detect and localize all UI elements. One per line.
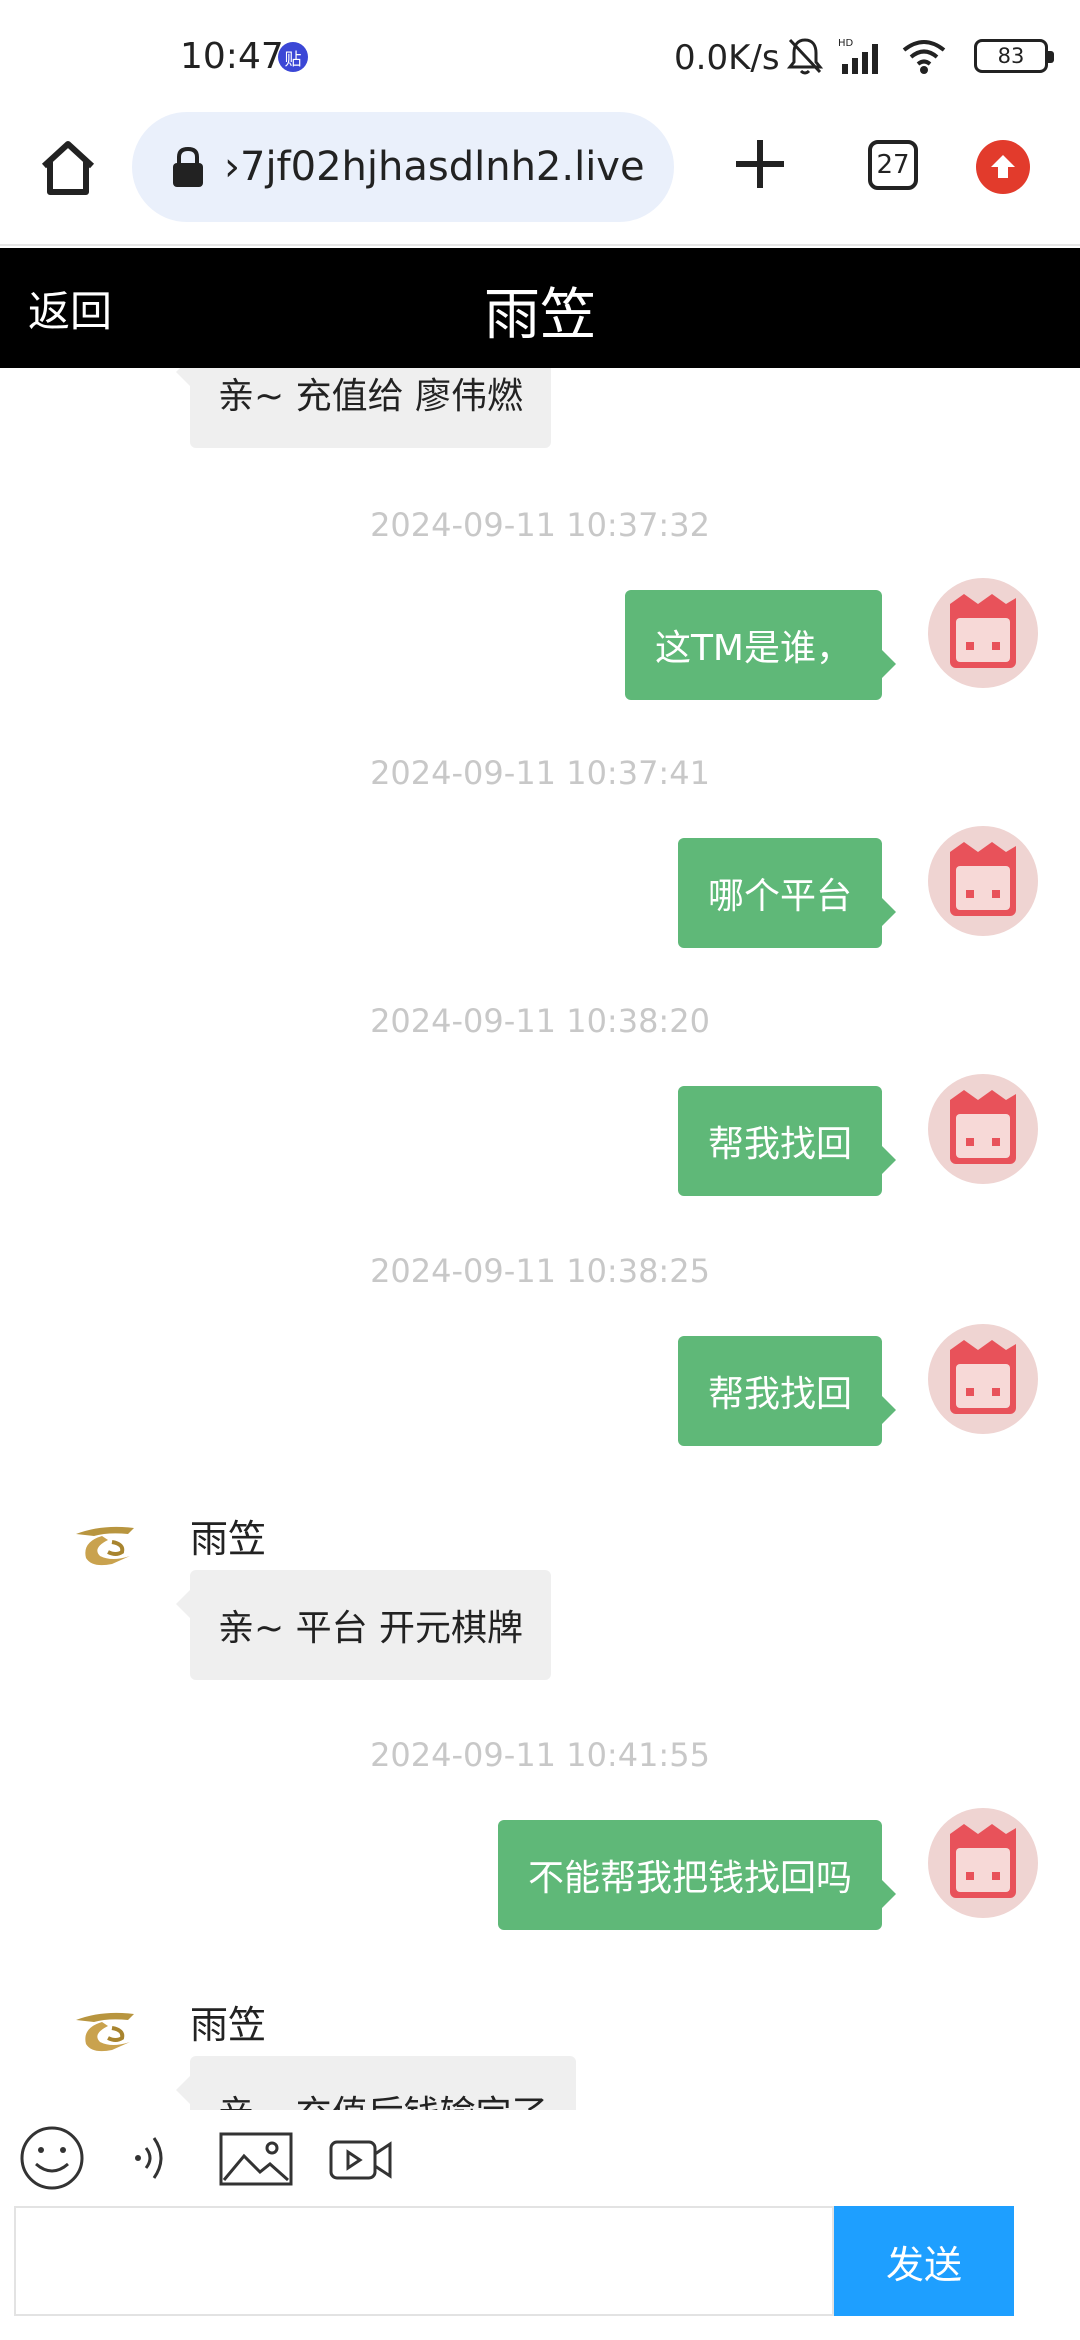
page-title: 雨笠 xyxy=(484,283,596,348)
wifi-icon xyxy=(902,40,946,74)
status-time: 10:47 xyxy=(180,36,284,77)
robot-avatar-icon xyxy=(950,594,1016,668)
timestamp: 2024-09-11 10:37:41 xyxy=(370,754,710,792)
timestamp: 2024-09-11 10:38:25 xyxy=(370,1252,710,1290)
robot-avatar-icon xyxy=(950,842,1016,916)
bell-off-icon xyxy=(786,38,824,75)
emoji-icon[interactable] xyxy=(18,2122,86,2192)
timestamp: 2024-09-11 10:41:55 xyxy=(370,1736,710,1774)
update-icon[interactable] xyxy=(976,140,1030,194)
voice-icon[interactable] xyxy=(128,2122,178,2192)
tabs-icon[interactable]: 27 xyxy=(868,140,918,190)
arrow-up-icon xyxy=(991,155,1015,178)
home-icon[interactable] xyxy=(36,136,100,200)
status-icons: HD 83 xyxy=(786,34,1054,78)
svg-text:HD: HD xyxy=(838,38,854,49)
logo-avatar-icon[interactable] xyxy=(72,2008,136,2056)
browser-toolbar: ›7jf02hjhasdlnh2.live 27 xyxy=(0,110,1080,246)
video-icon[interactable] xyxy=(328,2122,394,2192)
signal-icon: HD xyxy=(838,38,878,74)
status-bar: 10:47 贴 0.0K/s HD 83 xyxy=(0,0,1080,110)
sender-name: 雨笠 xyxy=(190,1517,267,1561)
message-input[interactable] xyxy=(14,2206,834,2316)
url-bar[interactable]: ›7jf02hjhasdlnh2.live xyxy=(132,112,674,222)
lock-icon xyxy=(173,146,203,187)
battery-icon: 83 xyxy=(974,39,1054,73)
incoming-bubble: 亲~ 充值后钱输完了 xyxy=(176,2056,576,2110)
logo-avatar-icon[interactable] xyxy=(72,1522,136,1570)
input-bar: 发送 xyxy=(0,2110,1080,2340)
timestamp: 2024-09-11 10:38:20 xyxy=(370,1002,710,1040)
notification-badge: 贴 xyxy=(278,42,308,72)
outgoing-bubble: 帮我找回 xyxy=(677,1086,897,1196)
sender-name: 雨笠 xyxy=(190,2003,267,2047)
network-speed: 0.0K/s xyxy=(674,38,780,78)
incoming-bubble: 亲~ 平台 开元棋牌 xyxy=(175,1570,552,1680)
app-header: 返回 雨笠 xyxy=(0,248,1080,368)
outgoing-bubble: 哪个平台 xyxy=(677,838,897,948)
robot-avatar-icon xyxy=(950,1824,1016,1898)
robot-avatar-icon xyxy=(950,1340,1016,1414)
url-text: ›7jf02hjhasdlnh2.live xyxy=(224,144,645,190)
robot-avatar-icon xyxy=(950,1090,1016,1164)
tab-count: 27 xyxy=(876,150,910,180)
battery-level: 83 xyxy=(997,44,1025,68)
outgoing-bubble: 这TM是谁， xyxy=(624,590,897,700)
avatar[interactable] xyxy=(928,826,1038,936)
send-button[interactable]: 发送 xyxy=(834,2206,1014,2316)
outgoing-bubble: 帮我找回 xyxy=(677,1336,897,1446)
avatar[interactable] xyxy=(928,1324,1038,1434)
avatar[interactable] xyxy=(928,1074,1038,1184)
avatar[interactable] xyxy=(928,1808,1038,1918)
chat-area[interactable]: 亲~ 充值给 廖伟燃 2024-09-11 10:37:32 这TM是谁， 20… xyxy=(0,368,1080,2110)
incoming-bubble: 亲~ 充值给 廖伟燃 xyxy=(175,368,552,448)
plus-icon[interactable] xyxy=(730,134,790,194)
timestamp: 2024-09-11 10:37:32 xyxy=(370,506,710,544)
avatar[interactable] xyxy=(928,578,1038,688)
image-icon[interactable] xyxy=(218,2122,294,2192)
outgoing-bubble: 不能帮我把钱找回吗 xyxy=(497,1820,897,1930)
